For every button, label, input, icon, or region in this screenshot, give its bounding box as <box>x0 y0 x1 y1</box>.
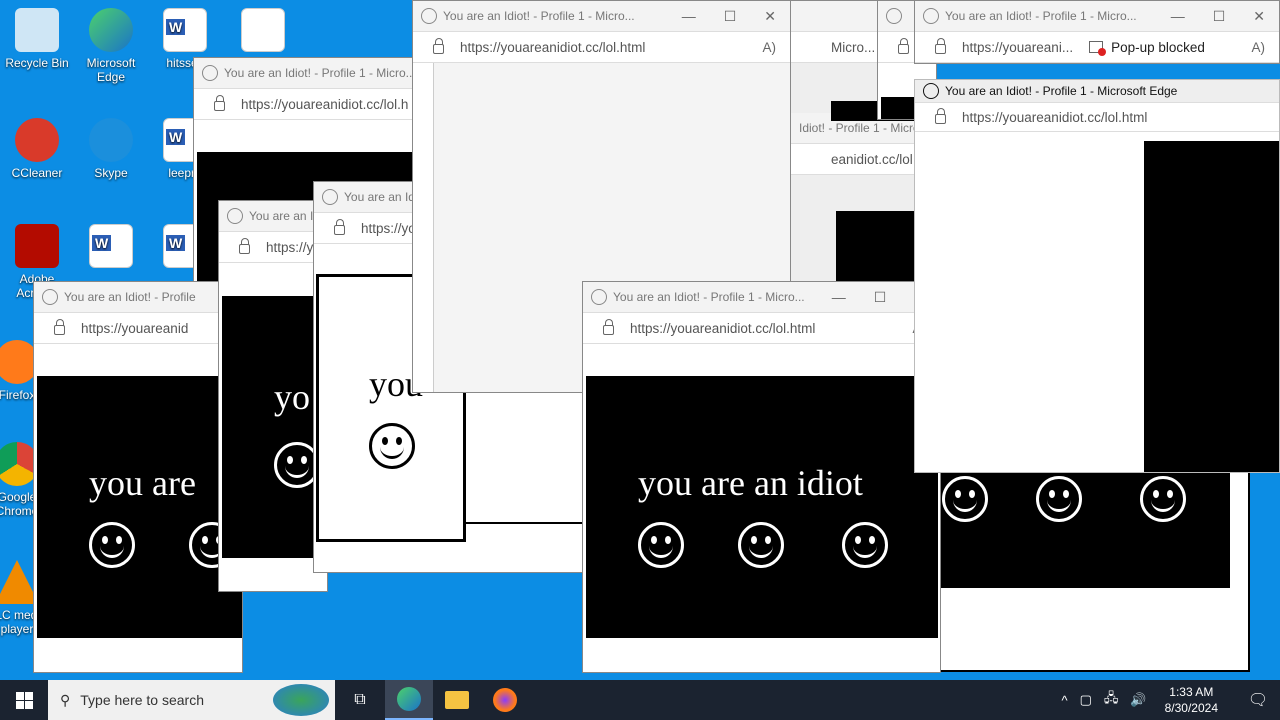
lock-icon <box>214 95 225 111</box>
smiley-favicon-icon <box>923 8 939 24</box>
smiley-favicon-icon <box>322 189 338 205</box>
smiley-icon <box>1140 476 1186 522</box>
popup-blocked-icon <box>1089 41 1107 56</box>
firefox-icon <box>493 688 517 712</box>
browser-window-2[interactable]: You are an Idiot! - Profile https://youa… <box>33 281 243 673</box>
desktop-icon-word-doc-3[interactable] <box>74 224 148 272</box>
network-icon[interactable]: 🖧 <box>1104 689 1119 711</box>
desktop-icon-image[interactable] <box>226 8 300 56</box>
taskbar-firefox[interactable] <box>481 688 529 712</box>
loading-icon <box>421 8 437 24</box>
address-bar[interactable]: https://youareanidiot.cc/lol.h <box>241 97 408 112</box>
address-bar[interactable]: https://youareanidiot.cc/lol.html <box>630 321 815 336</box>
minimize-button[interactable]: — <box>1171 8 1185 25</box>
idiot-content: you are <box>37 376 242 638</box>
desktop-icon-skype[interactable]: Skype <box>74 118 148 180</box>
lock-icon <box>433 38 444 54</box>
smiley-icon <box>942 476 988 522</box>
start-button[interactable] <box>0 680 48 720</box>
notifications-button[interactable]: 🗨 <box>1236 690 1280 710</box>
address-bar[interactable]: https://youareanid <box>81 321 188 336</box>
word-doc-icon <box>89 224 133 268</box>
smiley-icon <box>89 522 135 568</box>
recycle-bin-icon <box>15 8 59 52</box>
word-doc-icon <box>163 8 207 52</box>
taskbar-file-explorer[interactable] <box>433 691 481 709</box>
desktop-icon-ccleaner[interactable]: CCleaner <box>0 118 74 180</box>
task-view-button[interactable]: ⧉ <box>335 691 385 709</box>
taskbar: ⚲ Type here to search ⧉ ^ ▢ 🖧 🔊 1:33 AM 8/… <box>0 680 1280 720</box>
minimize-button[interactable]: — <box>832 289 846 306</box>
idiot-content: you are an idiot <box>586 376 938 638</box>
smiley-icon <box>638 522 684 568</box>
browser-window-3[interactable]: You are an Idi https://youareanid yo <box>218 200 328 592</box>
window-title: Idiot! - Profile 1 - Micro <box>799 121 915 135</box>
address-bar[interactable]: eanidiot.cc/lol <box>831 152 913 167</box>
search-icon: ⚲ <box>60 691 71 708</box>
lock-icon <box>239 238 250 254</box>
lock-icon <box>935 38 946 54</box>
window-title: You are an Idiot! - Profile 1 - Micro... <box>443 9 635 23</box>
edge-icon <box>89 8 133 52</box>
smiley-favicon-icon <box>42 289 58 305</box>
smiley-favicon-icon <box>886 8 902 24</box>
window-title: You are an Idiot! - Profile 1 - Micro... <box>945 9 1137 23</box>
smiley-icon <box>369 423 415 469</box>
lock-icon <box>603 319 614 335</box>
skype-icon <box>89 118 133 162</box>
smiley-favicon-icon <box>923 83 939 99</box>
acrobat-icon <box>15 224 59 268</box>
smiley-icon <box>738 522 784 568</box>
popup-blocked-button[interactable]: Pop-up blocked <box>1089 40 1205 56</box>
ccleaner-icon <box>15 118 59 162</box>
desktop-icon-recycle-bin[interactable]: Recycle Bin <box>0 8 74 70</box>
idiot-content: yo <box>222 296 322 558</box>
desktop-icon-edge[interactable]: Microsoft Edge <box>74 8 148 84</box>
smiley-icon <box>1036 476 1082 522</box>
lock-icon <box>935 108 946 124</box>
window-title: You are an Idiot! - Profile <box>64 290 196 304</box>
windows-logo-icon <box>15 691 33 709</box>
close-button[interactable]: ✕ <box>1253 8 1265 25</box>
window-title: You are an Idiot! - Profile 1 - Micro... <box>224 66 416 80</box>
watermark-logo: ANY RUN <box>1040 615 1236 659</box>
smiley-icon <box>842 522 888 568</box>
address-bar[interactable]: https://youareani... <box>962 40 1073 55</box>
window-title: You are an Idiot! - Profile 1 - Micro... <box>613 290 805 304</box>
address-bar[interactable]: https://youareanidiot.cc/lol.html <box>460 40 645 55</box>
read-aloud-icon[interactable]: A) <box>763 40 791 55</box>
show-hidden-icons-button[interactable]: ^ <box>1062 693 1068 708</box>
browser-window-main[interactable]: You are an Idiot! - Profile 1 - Micro...… <box>582 281 941 673</box>
folder-icon <box>445 691 469 709</box>
browser-window-top-right[interactable]: You are an Idiot! - Profile 1 - Microsof… <box>914 79 1280 473</box>
close-button[interactable]: ✕ <box>764 8 776 25</box>
volume-icon[interactable]: 🔊 <box>1130 692 1146 708</box>
edge-icon <box>397 687 421 711</box>
browser-window-popup-blocked[interactable]: You are an Idiot! - Profile 1 - Micro...… <box>914 0 1280 64</box>
window-title: Micro... <box>831 39 876 55</box>
window-title: You are an Id <box>344 190 415 204</box>
maximize-button[interactable]: ☐ <box>1213 8 1226 25</box>
clock[interactable]: 1:33 AM 8/30/2024 <box>1159 684 1224 716</box>
search-box[interactable]: ⚲ Type here to search <box>48 680 335 720</box>
address-bar[interactable]: https://youareanidiot.cc/lol.html <box>962 110 1147 125</box>
smiley-favicon-icon <box>202 65 218 81</box>
search-highlight-icon <box>273 684 329 716</box>
lock-icon <box>334 219 345 235</box>
maximize-button[interactable]: ☐ <box>874 289 887 306</box>
window-title: You are an Idiot! - Profile 1 - Microsof… <box>945 84 1178 98</box>
window-title: You are an Idi <box>249 209 323 223</box>
minimize-button[interactable]: — <box>682 8 696 25</box>
maximize-button[interactable]: ☐ <box>724 8 737 25</box>
lock-icon <box>54 319 65 335</box>
read-aloud-icon[interactable]: A) <box>1252 40 1280 55</box>
smiley-favicon-icon <box>227 208 243 224</box>
lock-icon <box>898 38 909 54</box>
loading-icon <box>591 289 607 305</box>
image-file-icon <box>241 8 285 52</box>
meet-now-icon[interactable]: ▢ <box>1080 692 1092 708</box>
taskbar-edge[interactable] <box>385 680 433 720</box>
idiot-content <box>940 472 1230 588</box>
